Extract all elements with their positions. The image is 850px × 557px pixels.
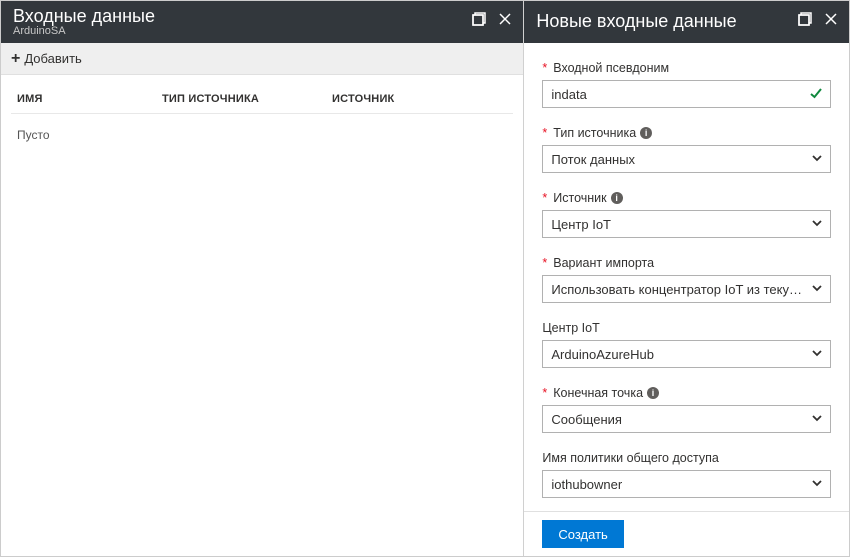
inputs-subtitle: ArduinoSA: [13, 25, 66, 37]
col-source: ИСТОЧНИК: [332, 93, 507, 105]
inputs-title: Входные данные: [13, 7, 155, 27]
form-body[interactable]: *Входной псевдоним *Тип источникаi Поток…: [524, 43, 849, 511]
label-source: Источник: [553, 191, 606, 205]
chevron-down-icon: [811, 282, 823, 297]
field-alias: *Входной псевдоним: [542, 61, 831, 108]
label-import-option: Вариант импорта: [553, 256, 654, 270]
new-input-title: Новые входные данные: [536, 12, 736, 32]
info-icon[interactable]: i: [647, 387, 659, 399]
field-source: *Источникi Центр IoT: [542, 191, 831, 238]
inputs-panel-header: Входные данные ArduinoSA: [1, 1, 523, 43]
new-input-header: Новые входные данные: [524, 1, 849, 43]
input-alias[interactable]: [542, 80, 831, 108]
label-iot-hub: Центр IoT: [542, 321, 599, 335]
select-endpoint[interactable]: Сообщения: [542, 405, 831, 433]
checkmark-icon: [809, 86, 823, 103]
label-policy-name: Имя политики общего доступа: [542, 451, 718, 465]
field-iot-hub: Центр IoT ArduinoAzureHub: [542, 321, 831, 368]
chevron-down-icon: [811, 347, 823, 362]
inputs-table: ИМЯ ТИП ИСТОЧНИКА ИСТОЧНИК Пусто: [1, 75, 523, 164]
info-icon[interactable]: i: [611, 192, 623, 204]
restore-icon[interactable]: [471, 11, 487, 27]
label-source-type: Тип источника: [553, 126, 636, 140]
chevron-down-icon: [811, 217, 823, 232]
select-import-option[interactable]: Использовать концентратор IoT из теку…: [542, 275, 831, 303]
col-name: ИМЯ: [17, 93, 162, 105]
field-source-type: *Тип источникаi Поток данных: [542, 126, 831, 173]
inputs-panel: Входные данные ArduinoSA + Добавить ИМЯ …: [1, 1, 524, 556]
chevron-down-icon: [811, 477, 823, 492]
label-alias: Входной псевдоним: [553, 61, 669, 75]
info-icon[interactable]: i: [640, 127, 652, 139]
field-endpoint: *Конечная точкаi Сообщения: [542, 386, 831, 433]
close-icon[interactable]: [823, 11, 839, 27]
field-policy-name: Имя политики общего доступа iothubowner: [542, 451, 831, 498]
form-footer: Создать: [524, 511, 849, 556]
chevron-down-icon: [811, 152, 823, 167]
new-input-panel: Новые входные данные *Входной псевдоним …: [524, 1, 849, 556]
chevron-down-icon: [811, 412, 823, 427]
col-source-type: ТИП ИСТОЧНИКА: [162, 93, 332, 105]
field-import-option: *Вариант импорта Использовать концентрат…: [542, 256, 831, 303]
label-endpoint: Конечная точка: [553, 386, 643, 400]
add-button[interactable]: + Добавить: [1, 43, 92, 74]
select-iot-hub[interactable]: ArduinoAzureHub: [542, 340, 831, 368]
select-source-type[interactable]: Поток данных: [542, 145, 831, 173]
select-policy-name[interactable]: iothubowner: [542, 470, 831, 498]
select-source[interactable]: Центр IoT: [542, 210, 831, 238]
empty-row: Пусто: [11, 114, 513, 156]
toolbar: + Добавить: [1, 43, 523, 75]
create-button[interactable]: Создать: [542, 520, 623, 548]
add-button-label: Добавить: [24, 51, 81, 66]
table-header: ИМЯ ТИП ИСТОЧНИКА ИСТОЧНИК: [11, 83, 513, 114]
plus-icon: +: [11, 51, 20, 67]
close-icon[interactable]: [497, 11, 513, 27]
restore-icon[interactable]: [797, 11, 813, 27]
